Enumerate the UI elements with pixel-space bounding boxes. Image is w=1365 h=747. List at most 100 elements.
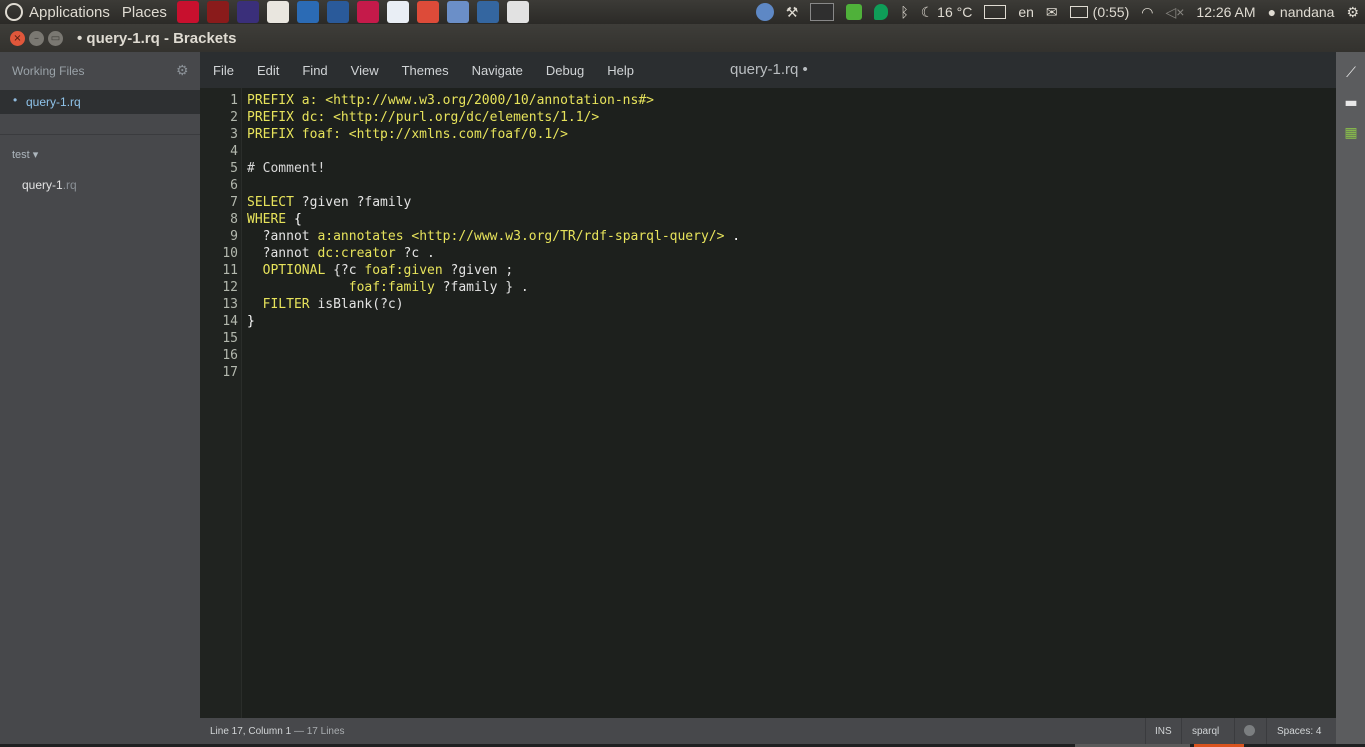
user-icon: ●: [1267, 4, 1277, 20]
bluetooth-icon[interactable]: ᛒ: [894, 4, 914, 20]
tools-icon[interactable]: ⚒: [780, 4, 805, 21]
linter-status-dot: [1244, 725, 1255, 736]
menu-help[interactable]: Help: [594, 63, 644, 78]
indent-label: Spaces: 4: [1277, 726, 1322, 737]
menu-view[interactable]: View: [338, 63, 389, 78]
tex-icon[interactable]: [506, 1, 529, 23]
user-menu[interactable]: ● nandana: [1262, 4, 1341, 20]
ubuntu-logo-icon[interactable]: [5, 3, 23, 21]
insert-mode-label: INS: [1155, 726, 1172, 737]
volume-muted-icon[interactable]: ◁×: [1159, 4, 1190, 21]
code-token: .: [724, 229, 741, 244]
applications-menu[interactable]: Applications: [23, 4, 116, 21]
hangouts-icon[interactable]: [868, 4, 894, 20]
status-bar: Line 17, Column 1 — 17 Lines INS sparql …: [200, 718, 1336, 744]
battery-icon: [1069, 6, 1088, 18]
language-selector[interactable]: sparql: [1181, 718, 1234, 744]
code-line[interactable]: ?annot dc:creator ?c .: [247, 246, 435, 261]
line-count: — 17 Lines: [291, 726, 345, 737]
code-token: # Comment!: [247, 161, 326, 176]
menu-themes[interactable]: Themes: [389, 63, 459, 78]
session-gear-icon[interactable]: ⚙: [1340, 4, 1365, 21]
text-editor-icon[interactable]: [266, 1, 289, 23]
chart-icon[interactable]: [386, 1, 409, 23]
indent-selector[interactable]: Spaces: 4: [1266, 718, 1336, 744]
code-token: ?given ?family: [293, 195, 412, 210]
terminal-red-icon[interactable]: [206, 1, 229, 23]
system-tray: ⚒ ᛒ ☾ 16 °C en ✉ (0:55) ◠ ◁× 12:26 AM ● …: [750, 0, 1365, 24]
clock[interactable]: 12:26 AM: [1190, 4, 1261, 20]
system-monitor-icon[interactable]: [804, 3, 840, 21]
line-number: 7: [230, 195, 238, 210]
working-file-item[interactable]: • query-1.rq: [0, 90, 200, 114]
file-tree-item-base: query-1: [22, 178, 63, 192]
eclipse-icon[interactable]: [236, 1, 259, 23]
code-token: PREFIX foaf: <http://xmlns.com/foaf/0.1/…: [247, 127, 568, 142]
code-token: ?c .: [395, 246, 435, 261]
code-token: PREFIX dc: <http://purl.org/dc/elements/…: [247, 110, 600, 125]
language-label: sparql: [1192, 726, 1220, 737]
code-line[interactable]: PREFIX foaf: <http://xmlns.com/foaf/0.1/…: [247, 127, 568, 142]
launcher-icons: [173, 1, 533, 23]
code-line[interactable]: }: [247, 314, 255, 329]
minimize-window-button[interactable]: –: [29, 30, 44, 46]
line-number: 12: [222, 280, 238, 295]
monitor-icon[interactable]: [296, 1, 319, 23]
menubar: File Edit Find View Themes Navigate Debu…: [200, 52, 1336, 88]
line-number: 16: [222, 348, 238, 363]
mail-icon[interactable]: ✉: [1040, 4, 1064, 21]
places-menu[interactable]: Places: [116, 4, 173, 21]
gift-icon[interactable]: ▦: [1342, 124, 1360, 142]
code-token: dc:creator: [317, 246, 396, 261]
browser-icon[interactable]: [446, 1, 469, 23]
menu-find[interactable]: Find: [289, 63, 337, 78]
mendeley-icon[interactable]: [176, 1, 199, 23]
wifi-icon[interactable]: ◠: [1135, 4, 1159, 21]
menu-file[interactable]: File: [200, 63, 244, 78]
file-tree-item[interactable]: query-1.rq: [22, 178, 77, 192]
project-dropdown[interactable]: test ▾: [12, 148, 38, 161]
shield-icon[interactable]: [840, 4, 868, 20]
code-line[interactable]: # Comment!: [247, 161, 325, 176]
code-line[interactable]: PREFIX a: <http://www.w3.org/2000/10/ann…: [247, 93, 654, 108]
gear-icon[interactable]: ⚙: [176, 62, 189, 79]
code-line[interactable]: OPTIONAL {?c foaf:given ?given ;: [247, 263, 514, 278]
battery-indicator[interactable]: (0:55): [1064, 4, 1136, 20]
insert-mode-toggle[interactable]: INS: [1145, 718, 1181, 744]
code-line[interactable]: WHERE {: [247, 212, 302, 227]
top-system-panel: Applications Places ⚒ ᛒ ☾ 16 °C en ✉ (0:…: [0, 0, 1365, 24]
weather-temp: 16 °C: [937, 4, 973, 20]
line-number: 4: [230, 144, 238, 159]
code-token: OPTIONAL: [262, 263, 326, 278]
live-preview-icon[interactable]: ⟋: [1342, 64, 1360, 82]
code-editor[interactable]: 1 2 3 4 5 6 7 8 9 10 11 12 13 14 15 16 17 PREFIX a: <htt…: [200, 88, 1336, 718]
menu-navigate[interactable]: Navigate: [459, 63, 533, 78]
update-icon[interactable]: [326, 1, 349, 23]
line-number-gutter: 1 2 3 4 5 6 7 8 9 10 11 12 13 14 15 16 17: [200, 88, 242, 718]
code-line[interactable]: PREFIX dc: <http://purl.org/dc/elements/…: [247, 110, 599, 125]
code-token: ?family } .: [434, 280, 529, 295]
weather-indicator[interactable]: ☾ 16 °C: [915, 4, 979, 21]
close-window-button[interactable]: ×: [10, 30, 25, 46]
menu-debug[interactable]: Debug: [533, 63, 594, 78]
code-token: SELECT: [247, 195, 294, 210]
code-line[interactable]: FILTER isBlank(?c): [247, 297, 404, 312]
keyboard-indicator[interactable]: en: [978, 4, 1040, 20]
chrome-icon[interactable]: [416, 1, 439, 23]
code-line[interactable]: foaf:family ?family } .: [247, 280, 529, 295]
line-number: 11: [222, 263, 238, 278]
raspberry-icon[interactable]: [356, 1, 379, 23]
code-token: }: [247, 314, 255, 329]
globe-icon[interactable]: [750, 3, 780, 21]
code-token: a:annotates <http://www.w3.org/TR/rdf-sp…: [317, 229, 725, 244]
document-title: query-1.rq •: [730, 61, 808, 78]
code-line[interactable]: ?annot a:annotates <http://www.w3.org/TR…: [247, 229, 740, 244]
menu-edit[interactable]: Edit: [244, 63, 289, 78]
dirty-marker: •: [13, 93, 18, 107]
window-icon[interactable]: [476, 1, 499, 23]
code-line[interactable]: SELECT ?given ?family: [247, 195, 411, 210]
maximize-window-button[interactable]: ▭: [48, 30, 63, 46]
extension-manager-icon[interactable]: ▬: [1342, 94, 1360, 112]
